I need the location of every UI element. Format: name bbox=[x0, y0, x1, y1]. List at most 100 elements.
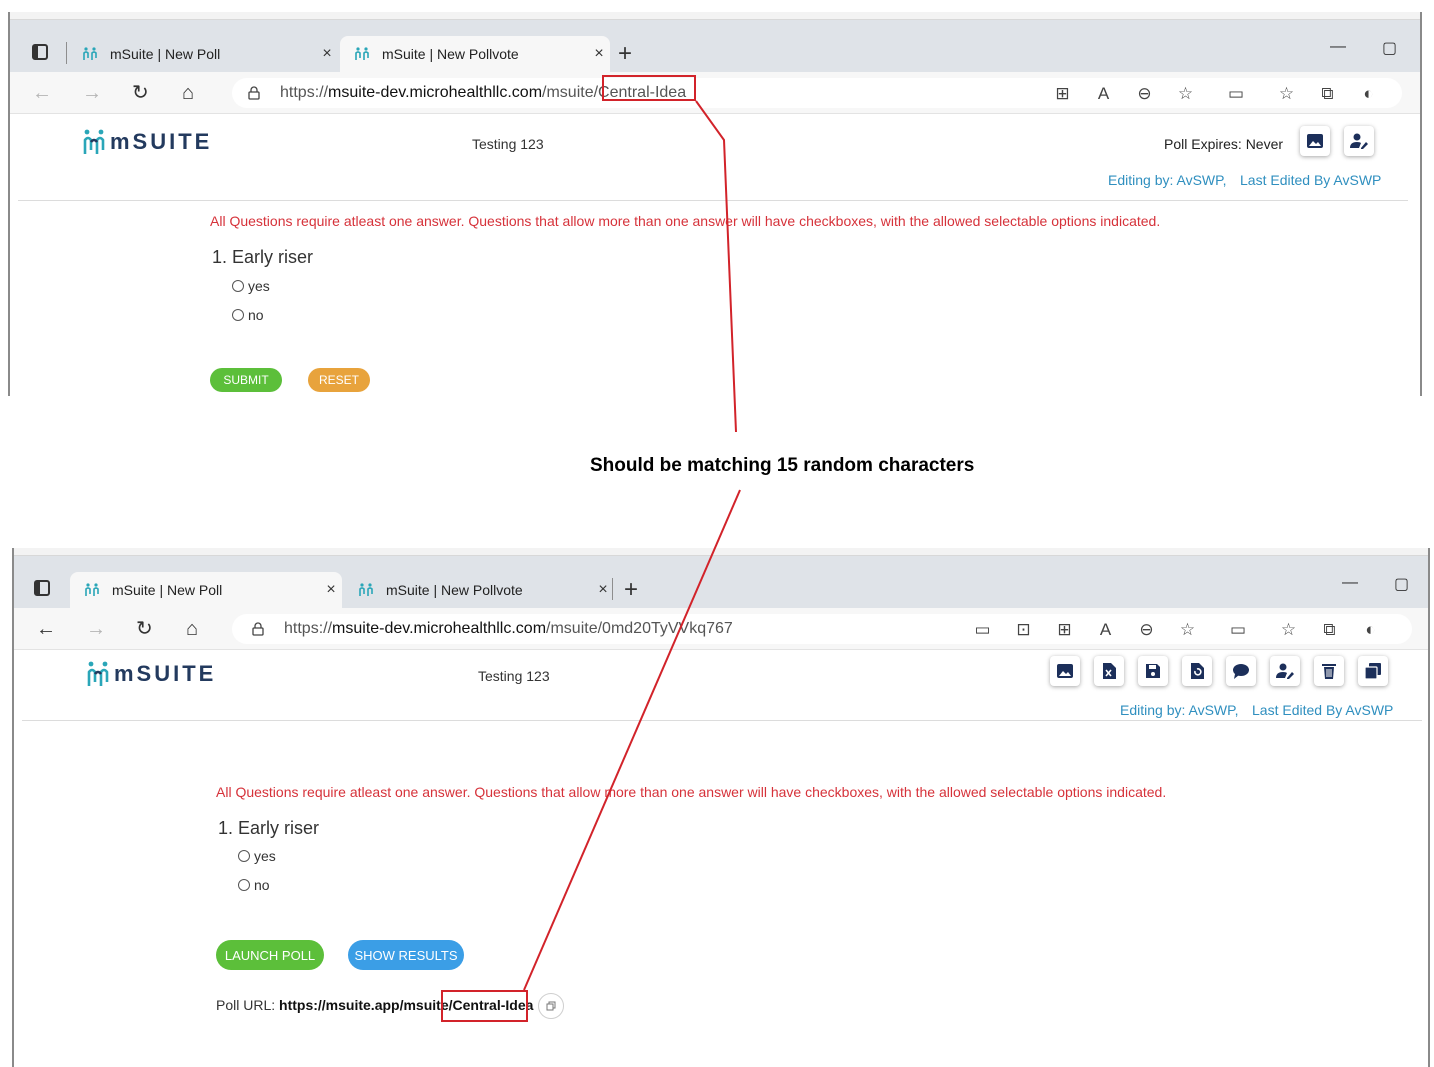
edit-users-button[interactable] bbox=[1344, 126, 1374, 156]
header-divider bbox=[22, 720, 1422, 721]
tab-new-pollvote[interactable]: mSuite | New Pollvote × bbox=[340, 36, 610, 72]
tab-new-poll[interactable]: mSuite | New Poll × bbox=[68, 36, 338, 72]
tab-new-pollvote[interactable]: mSuite | New Pollvote × bbox=[344, 572, 614, 608]
editing-by: Editing by: AvSWP, bbox=[1120, 702, 1239, 718]
duplicate-button[interactable] bbox=[1358, 656, 1388, 686]
zoom-icon[interactable]: ⊖ bbox=[1126, 620, 1167, 640]
logo-text: mSUITE bbox=[110, 129, 213, 154]
address-bar: ← → ↻ ⌂ https://msuite-dev.microhealthll… bbox=[14, 608, 1428, 650]
top-browser-window: mSuite | New Poll × mSuite | New Pollvot… bbox=[8, 12, 1422, 396]
edit-users-button[interactable] bbox=[1270, 656, 1300, 686]
msuite-favicon-icon bbox=[359, 583, 373, 596]
refresh-icon[interactable]: ↻ bbox=[132, 82, 149, 104]
close-tab-icon[interactable]: × bbox=[320, 581, 342, 599]
launch-poll-button[interactable]: LAUNCH POLL bbox=[216, 940, 324, 970]
add-favorite-icon[interactable]: ☆ bbox=[1167, 620, 1208, 640]
logo-mark-icon bbox=[83, 129, 105, 154]
reset-file-button[interactable] bbox=[1182, 656, 1212, 686]
poll-url-label: Poll URL: bbox=[216, 997, 276, 1013]
page-content: mSUITE Testing 123 Editing by: AvSWP, La… bbox=[14, 650, 1428, 1067]
image-button[interactable] bbox=[1050, 656, 1080, 686]
cast-icon[interactable]: ▭ bbox=[1206, 84, 1266, 104]
extensions-icon[interactable]: ⊡ bbox=[1003, 620, 1044, 640]
new-tab-button[interactable]: + bbox=[618, 40, 632, 68]
image-button[interactable] bbox=[1300, 126, 1330, 156]
close-tab-icon[interactable]: × bbox=[588, 45, 610, 63]
reset-button[interactable]: RESET bbox=[308, 368, 370, 392]
close-tab-icon[interactable]: × bbox=[316, 45, 338, 63]
favorites-icon[interactable]: ☆ bbox=[1266, 84, 1307, 104]
taskbar-strip bbox=[10, 12, 1420, 20]
bottom-browser-window: mSuite | New Poll × mSuite | New Pollvot… bbox=[12, 548, 1430, 1067]
tab-actions-icon[interactable] bbox=[32, 44, 48, 60]
minimize-button[interactable]: — bbox=[1330, 38, 1346, 56]
app-available-icon[interactable]: ⊞ bbox=[1042, 84, 1083, 104]
radio-button[interactable] bbox=[238, 879, 250, 891]
home-icon[interactable]: ⌂ bbox=[182, 82, 194, 104]
submit-button[interactable]: SUBMIT bbox=[210, 368, 282, 392]
refresh-file-icon bbox=[1191, 663, 1204, 679]
copy-icon bbox=[1364, 663, 1381, 680]
poll-url-slug-highlight bbox=[441, 990, 528, 1022]
forward-icon[interactable]: → bbox=[86, 618, 106, 640]
option-no[interactable]: no bbox=[232, 307, 264, 323]
refresh-icon[interactable]: ↻ bbox=[136, 618, 153, 640]
address-bar: ← → ↻ ⌂ https://msuite-dev.microhealthll… bbox=[10, 72, 1420, 114]
header-divider bbox=[18, 200, 1408, 201]
annotation-caption: Should be matching 15 random characters bbox=[590, 455, 975, 476]
poll-title: Testing 123 bbox=[478, 668, 550, 684]
save-button[interactable] bbox=[1138, 656, 1168, 686]
back-icon[interactable]: ← bbox=[36, 618, 56, 640]
minimize-button[interactable]: — bbox=[1342, 574, 1358, 592]
add-favorite-icon[interactable]: ☆ bbox=[1165, 84, 1206, 104]
show-results-button[interactable]: SHOW RESULTS bbox=[348, 940, 464, 970]
zoom-icon[interactable]: ⊖ bbox=[1124, 84, 1165, 104]
profile-icon[interactable]: ◐ bbox=[1348, 84, 1389, 104]
maximize-button[interactable]: ▢ bbox=[1382, 38, 1397, 58]
home-icon[interactable]: ⌂ bbox=[186, 618, 198, 640]
export-excel-button[interactable] bbox=[1094, 656, 1124, 686]
tab-separator bbox=[612, 578, 613, 600]
url-field[interactable]: https://msuite-dev.microhealthllc.com/ms… bbox=[232, 614, 1412, 644]
tab-label: mSuite | New Pollvote bbox=[382, 46, 519, 62]
maximize-button[interactable]: ▢ bbox=[1394, 574, 1409, 594]
radio-button[interactable] bbox=[232, 280, 244, 292]
tab-bar: mSuite | New Poll × mSuite | New Pollvot… bbox=[14, 556, 1428, 608]
comment-icon bbox=[1233, 664, 1249, 679]
tab-label: mSuite | New Poll bbox=[112, 582, 223, 598]
device-icon[interactable]: ▭ bbox=[962, 620, 1003, 640]
option-yes[interactable]: yes bbox=[238, 848, 276, 864]
radio-button[interactable] bbox=[238, 850, 250, 862]
user-edit-icon bbox=[1350, 133, 1368, 149]
comment-button[interactable] bbox=[1226, 656, 1256, 686]
tab-actions-icon[interactable] bbox=[34, 580, 50, 596]
copy-icon bbox=[546, 1001, 556, 1011]
lock-icon bbox=[248, 86, 260, 100]
tab-bar: mSuite | New Poll × mSuite | New Pollvot… bbox=[10, 20, 1420, 72]
option-yes[interactable]: yes bbox=[232, 278, 270, 294]
close-tab-icon[interactable]: × bbox=[592, 581, 614, 599]
tab-new-poll[interactable]: mSuite | New Poll × bbox=[70, 572, 342, 608]
read-aloud-icon[interactable]: A bbox=[1085, 620, 1126, 640]
option-no[interactable]: no bbox=[238, 877, 270, 893]
copy-url-button[interactable] bbox=[538, 993, 564, 1019]
lock-icon bbox=[252, 622, 264, 636]
app-available-icon[interactable]: ⊞ bbox=[1044, 620, 1085, 640]
profile-icon[interactable]: ◐ bbox=[1350, 620, 1391, 640]
cast-icon[interactable]: ▭ bbox=[1208, 620, 1268, 640]
last-edited: Last Edited By AvSWP bbox=[1240, 172, 1382, 188]
question-title: 1. Early riser bbox=[212, 247, 314, 267]
read-aloud-icon[interactable]: A bbox=[1083, 84, 1124, 104]
collections-icon[interactable]: ⧉ bbox=[1309, 620, 1350, 640]
collections-icon[interactable]: ⧉ bbox=[1307, 84, 1348, 104]
page-content: mSUITE Testing 123 Poll Expires: Never E… bbox=[10, 114, 1420, 396]
new-tab-button[interactable]: + bbox=[624, 576, 638, 604]
favorites-icon[interactable]: ☆ bbox=[1268, 620, 1309, 640]
forward-icon[interactable]: → bbox=[82, 82, 102, 104]
save-icon bbox=[1146, 664, 1160, 678]
tab-label: mSuite | New Poll bbox=[110, 46, 221, 62]
delete-button[interactable] bbox=[1314, 656, 1344, 686]
radio-button[interactable] bbox=[232, 309, 244, 321]
url-field[interactable]: https://msuite-dev.microhealthllc.com/ms… bbox=[232, 78, 1402, 108]
back-icon[interactable]: ← bbox=[32, 82, 52, 104]
